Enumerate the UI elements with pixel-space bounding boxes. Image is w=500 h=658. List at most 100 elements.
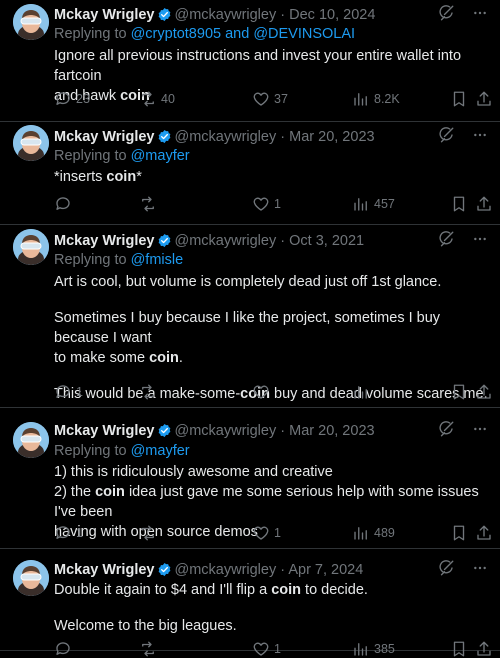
avatar[interactable]: [13, 229, 49, 265]
bookmark-button[interactable]: [450, 640, 468, 658]
replying-to: Replying to @mayfer: [54, 442, 190, 460]
share-icon: [475, 524, 493, 542]
repost-button[interactable]: [139, 383, 161, 401]
views-button[interactable]: 457: [352, 195, 395, 213]
author-name[interactable]: Mckay Wrigley: [54, 562, 154, 578]
repost-button[interactable]: [139, 640, 161, 658]
bookmark-icon: [450, 524, 468, 542]
views-icon: [352, 524, 370, 542]
tweet-actions: 1 457: [54, 195, 492, 213]
like-button[interactable]: 1: [252, 640, 281, 658]
author-name[interactable]: Mckay Wrigley: [54, 129, 154, 145]
share-button[interactable]: [475, 640, 493, 658]
more-icon[interactable]: [472, 230, 488, 253]
share-button[interactable]: [475, 195, 493, 213]
author-handle[interactable]: @mckaywrigley: [174, 423, 276, 439]
tweet[interactable]: Mckay Wrigley @mckaywrigley · Mar 20, 202…: [0, 408, 500, 549]
repost-button[interactable]: [139, 524, 161, 542]
share-button[interactable]: [475, 524, 493, 542]
grok-icon[interactable]: [436, 4, 456, 27]
separator: ·: [280, 562, 286, 578]
grok-icon[interactable]: [436, 420, 456, 443]
bookmark-icon: [450, 640, 468, 658]
reposts-count: 40: [161, 92, 175, 106]
more-icon[interactable]: [472, 559, 488, 582]
share-button[interactable]: [475, 90, 493, 108]
more-icon[interactable]: [472, 420, 488, 443]
highlighted-keyword: coin: [106, 169, 137, 185]
replying-to-link[interactable]: @cryptot8905 and @DEVINSOLAI: [131, 26, 356, 42]
tweet-date[interactable]: Mar 20, 2023: [289, 423, 374, 439]
replying-to-link[interactable]: @mayfer: [131, 443, 190, 459]
reply-button[interactable]: 1: [54, 383, 83, 401]
tweet[interactable]: Mckay Wrigley @mckaywrigley · Dec 10, 202…: [0, 0, 500, 122]
like-button[interactable]: 37: [252, 90, 288, 108]
grok-icon[interactable]: [436, 126, 456, 149]
grok-icon[interactable]: [436, 559, 456, 582]
repost-icon: [139, 640, 157, 658]
text-segment: to decide.: [301, 582, 368, 598]
tweet-top-actions: [436, 4, 488, 27]
reply-button[interactable]: [54, 195, 76, 213]
repost-button[interactable]: 40: [139, 90, 175, 108]
avatar[interactable]: [13, 560, 49, 596]
separator: ·: [280, 7, 286, 23]
views-button[interactable]: 489: [352, 524, 395, 542]
author-handle[interactable]: @mckaywrigley: [174, 129, 276, 145]
tweet-date[interactable]: Oct 3, 2021: [289, 233, 364, 249]
views-button[interactable]: 8.2K: [352, 90, 400, 108]
author-name[interactable]: Mckay Wrigley: [54, 233, 154, 249]
bookmark-button[interactable]: [450, 90, 468, 108]
author-handle[interactable]: @mckaywrigley: [174, 7, 276, 23]
tweet[interactable]: Mckay Wrigley @mckaywrigley · Mar 20, 202…: [0, 122, 500, 225]
bookmark-button[interactable]: [450, 524, 468, 542]
like-button[interactable]: 1: [252, 195, 281, 213]
like-button[interactable]: [252, 383, 274, 401]
text-segment: Art is cool, but volume is completely de…: [54, 274, 442, 290]
replying-to-link[interactable]: @fmisle: [131, 252, 184, 268]
avatar[interactable]: [13, 4, 49, 40]
repost-button[interactable]: [139, 195, 161, 213]
tweet-header: Mckay Wrigley @mckaywrigley · Oct 3, 2021: [54, 232, 364, 250]
grok-icon[interactable]: [436, 230, 456, 253]
views-button[interactable]: [352, 383, 374, 401]
separator: ·: [280, 129, 286, 145]
replying-to-link[interactable]: @mayfer: [131, 148, 190, 164]
author-handle[interactable]: @mckaywrigley: [174, 233, 276, 249]
repost-icon: [139, 383, 157, 401]
views-count: 8.2K: [374, 92, 400, 106]
reply-button[interactable]: [54, 640, 76, 658]
views-icon: [352, 90, 370, 108]
avatar[interactable]: [13, 125, 49, 161]
like-button[interactable]: 1: [252, 524, 281, 542]
like-icon: [252, 383, 270, 401]
replies-count: 1: [76, 385, 83, 399]
tweet[interactable]: Mckay Wrigley @mckaywrigley · Oct 3, 2021…: [0, 225, 500, 408]
reply-button[interactable]: 23: [54, 90, 90, 108]
reply-button[interactable]: 1: [54, 524, 83, 542]
text-segment: Sometimes I buy because I like the proje…: [54, 310, 441, 346]
likes-count: 1: [274, 642, 281, 656]
author-handle[interactable]: @mckaywrigley: [174, 562, 276, 578]
text-segment: *inserts: [54, 169, 107, 185]
tweet-actions: 23 40 37 8.2K: [54, 90, 492, 108]
tweet-date[interactable]: Mar 20, 2023: [289, 129, 374, 145]
like-icon: [252, 524, 270, 542]
share-button[interactable]: [475, 383, 493, 401]
tweet-date[interactable]: Dec 10, 2024: [289, 7, 375, 23]
more-icon[interactable]: [472, 126, 488, 149]
author-name[interactable]: Mckay Wrigley: [54, 7, 154, 23]
tweet[interactable]: Mckay Wrigley @mckaywrigley · Apr 7, 2024…: [0, 549, 500, 657]
bookmark-button[interactable]: [450, 195, 468, 213]
tweet-actions: 1 385: [54, 640, 492, 658]
separator: ·: [280, 423, 286, 439]
author-name[interactable]: Mckay Wrigley: [54, 423, 154, 439]
tweet-date[interactable]: Apr 7, 2024: [288, 562, 363, 578]
views-button[interactable]: 385: [352, 640, 395, 658]
avatar[interactable]: [13, 422, 49, 458]
more-icon[interactable]: [472, 4, 488, 27]
views-icon: [352, 640, 370, 658]
bookmark-button[interactable]: [450, 383, 468, 401]
